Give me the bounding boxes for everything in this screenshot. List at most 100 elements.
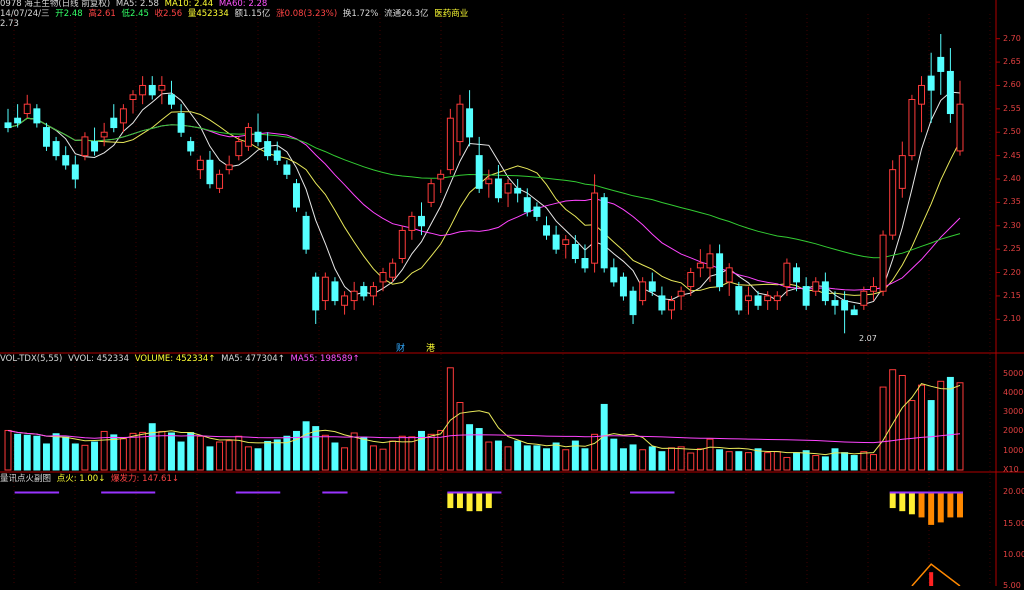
candle-body: [148, 84, 156, 96]
signal-bar: [937, 492, 944, 523]
volume-bar: [677, 446, 685, 471]
volume-bar: [591, 433, 599, 471]
candle-body: [812, 281, 820, 292]
volume-bar: [302, 421, 310, 471]
price-tick-label: 2.35: [1003, 197, 1021, 207]
candle-body: [456, 103, 464, 143]
volume-bar: [610, 438, 618, 471]
candle-body: [321, 276, 329, 302]
volume-bar: [14, 433, 22, 471]
indicator-bars: [14, 491, 963, 586]
candle-body: [418, 215, 425, 227]
candle-body: [129, 94, 137, 101]
ma60-value: MA60: 2.28: [218, 0, 268, 9]
candle-body: [956, 103, 964, 152]
candle-body: [389, 262, 397, 278]
volume-bar: [206, 446, 214, 471]
price-tick-label: 2.30: [1003, 220, 1021, 230]
volume-bar: [321, 434, 329, 471]
candle-body: [177, 113, 185, 133]
top-price-label: 2.73: [0, 19, 19, 29]
volume-bar: [350, 432, 358, 471]
indicator-a-value: 点火: 1.00↓: [56, 474, 106, 484]
volume-bar: [725, 451, 733, 471]
candle-body: [369, 286, 377, 297]
candle-body: [591, 192, 599, 264]
candle-body: [879, 234, 887, 292]
close-label: 收2.56: [154, 9, 183, 19]
candle-body: [485, 178, 493, 185]
candle-body: [571, 243, 579, 259]
indicator-tick-label: 20.00: [1003, 487, 1024, 497]
volume-bar: [860, 451, 868, 471]
candle-body: [4, 122, 12, 129]
ma60-line: [7, 117, 961, 259]
volume-bar: [918, 384, 926, 471]
moving-average-lines: [7, 91, 961, 305]
volume-bar: [869, 454, 877, 471]
indicator-tick-label: 10.00: [1003, 549, 1024, 559]
candle-body: [793, 267, 801, 283]
candle-body: [850, 309, 858, 316]
ma5-value: MA5: 2.58: [115, 0, 159, 9]
volume-bar: [23, 434, 31, 471]
volume-tick-label: 10000: [1003, 445, 1024, 455]
volume-bar: [773, 451, 781, 471]
volume-bar: [244, 446, 252, 471]
candle-body: [927, 75, 935, 91]
volume-bar: [619, 448, 627, 471]
volume-bar: [504, 446, 512, 471]
candle-body: [504, 183, 512, 194]
volume-tick-label: 30000: [1003, 407, 1024, 417]
candle-body: [331, 281, 339, 302]
candle-body: [639, 281, 647, 302]
candle-body: [581, 258, 589, 269]
volume-bar: [341, 447, 349, 471]
candle-body: [552, 234, 560, 250]
candle-body: [600, 197, 608, 269]
signal-bar: [485, 492, 492, 509]
volume-bar: [821, 456, 829, 471]
volume-bar: [110, 434, 118, 471]
candle-body: [254, 131, 262, 143]
volume-tick-label: 20000: [1003, 426, 1024, 436]
candle-body: [350, 290, 358, 302]
candle-body: [821, 281, 829, 302]
candle-body: [52, 141, 60, 157]
signal-bar: [908, 492, 915, 515]
volume-bar: [841, 452, 849, 471]
candle-body: [437, 173, 445, 180]
volume-bar: [735, 451, 743, 471]
candle-body: [187, 141, 195, 152]
candle-body: [216, 173, 224, 189]
volume-bar: [312, 426, 320, 471]
volume-bar: [956, 382, 964, 471]
candle-body: [696, 262, 704, 269]
candle-body: [100, 131, 108, 138]
candle-body: [831, 300, 839, 306]
signal-bar: [928, 492, 935, 525]
candle-body: [658, 295, 666, 311]
price-tick-label: 2.40: [1003, 174, 1021, 183]
amount-label: 额1.15亿: [234, 9, 271, 19]
candle-body: [71, 164, 79, 180]
candle-body: [475, 155, 483, 189]
candle-body: [196, 159, 204, 171]
price-tick-label: 2.45: [1003, 150, 1021, 160]
low-price-marker: 2.07: [859, 334, 877, 343]
price-tick-label: 2.60: [1003, 80, 1021, 90]
volume-bar: [927, 400, 935, 471]
candle-body: [610, 267, 618, 283]
price-tick-label: 2.25: [1003, 244, 1021, 254]
candle-body: [244, 127, 252, 147]
volume-bar: [793, 452, 801, 471]
signal-bar: [957, 492, 963, 518]
volume-bar: [879, 386, 887, 471]
volume-bar: [4, 429, 12, 471]
candle-body: [91, 141, 99, 152]
candle-body: [523, 197, 531, 213]
volume-bar: [273, 439, 281, 471]
ma20-line: [7, 117, 961, 291]
candle-body: [408, 215, 416, 231]
open-label: 开2.48: [55, 9, 83, 19]
